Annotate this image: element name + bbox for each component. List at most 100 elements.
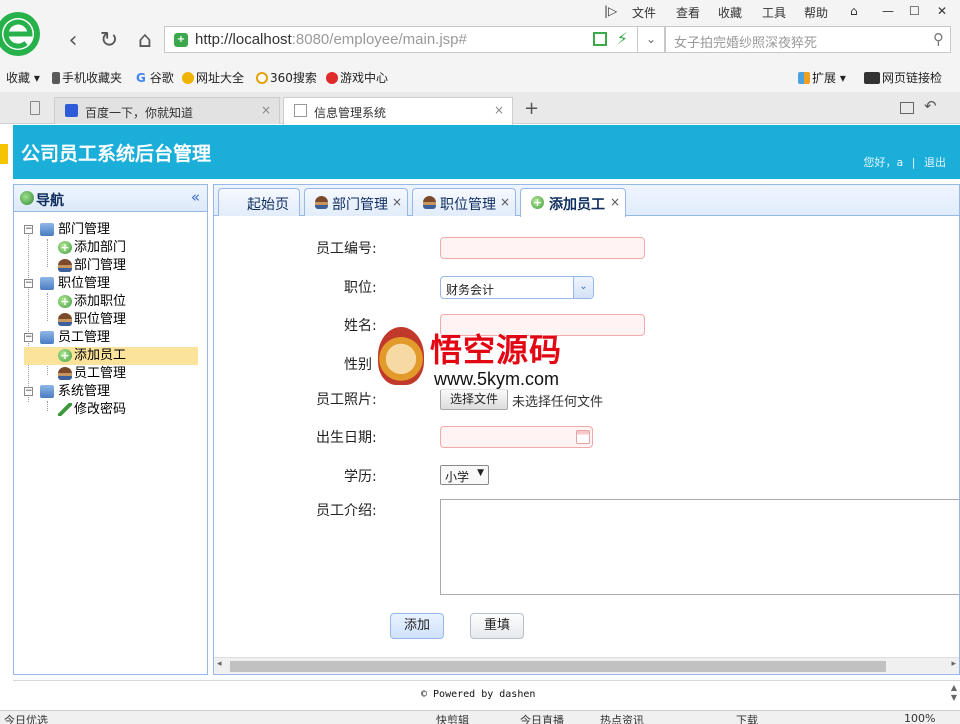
calendar-icon[interactable] xyxy=(576,430,590,444)
bookmark-hao[interactable]: 网址大全 xyxy=(182,69,244,86)
menu-help[interactable]: 帮助 xyxy=(804,4,828,21)
tree-item-add-dept[interactable]: + 添加部门 xyxy=(24,239,198,257)
extensions-menu[interactable]: 扩展 ▾ xyxy=(798,69,846,86)
menu-tools[interactable]: 工具 xyxy=(762,4,786,21)
tab-close-icon[interactable]: × xyxy=(392,195,402,209)
home-button[interactable]: ⌂ xyxy=(130,26,160,56)
education-select[interactable]: 小学 ▼ xyxy=(440,465,489,485)
reset-button[interactable]: 重填 xyxy=(470,613,524,639)
bookmark-google[interactable]: G 谷歌 xyxy=(136,69,174,86)
status-item-news[interactable]: 热点资讯 xyxy=(600,712,644,724)
tab-baidu[interactable]: 百度一下，你就知道 × xyxy=(54,97,280,124)
add-icon: + xyxy=(58,241,72,254)
qr-code-icon[interactable] xyxy=(593,32,607,46)
bookmark-mobile[interactable]: 手机收藏夹 xyxy=(52,69,122,86)
birth-date-input[interactable] xyxy=(440,426,593,448)
footer-text: © Powered by dashen xyxy=(421,689,536,700)
link-checker[interactable]: 网页链接检 xyxy=(864,69,942,86)
user-icon xyxy=(315,196,328,209)
maximize-button[interactable]: ☐ xyxy=(909,4,920,18)
scroll-thumb[interactable] xyxy=(230,661,886,672)
menu-file[interactable]: 文件 xyxy=(632,4,656,21)
tree-item-change-password[interactable]: 修改密码 xyxy=(24,401,198,419)
minimize-button[interactable]: — xyxy=(882,4,894,18)
address-url[interactable]: http://localhost:8080/employee/main.jsp# xyxy=(195,31,467,48)
refresh-button[interactable]: ↻ xyxy=(94,26,124,56)
tab-close-icon[interactable]: × xyxy=(500,195,510,209)
emp-no-input[interactable] xyxy=(440,237,645,259)
speed-mode-icon[interactable]: ⚡ xyxy=(617,29,628,48)
user-icon xyxy=(58,313,72,326)
watermark-title: 悟空源码 xyxy=(430,331,563,369)
status-left[interactable]: 今日优选 xyxy=(4,712,48,724)
tab-dept-manage[interactable]: 部门管理 × xyxy=(304,188,408,216)
intro-textarea[interactable] xyxy=(440,499,959,595)
collapse-toggle-icon[interactable]: − xyxy=(24,387,33,396)
separator: | xyxy=(911,156,916,169)
skin-icon[interactable]: ⌂ xyxy=(850,4,858,18)
position-select[interactable]: 财务会计 ⌄ xyxy=(440,276,594,299)
game-icon xyxy=(326,72,338,84)
submit-button[interactable]: 添加 xyxy=(390,613,444,639)
tree-item-employee-manage[interactable]: 员工管理 xyxy=(24,365,198,383)
collapse-toggle-icon[interactable]: − xyxy=(24,333,33,342)
tab-close-icon[interactable]: × xyxy=(494,103,504,117)
tree-group-dept[interactable]: − 部门管理 xyxy=(24,221,198,239)
app-header: 公司员工系统后台管理 您好，a | 退出 xyxy=(13,125,960,179)
education-label: 学历: xyxy=(344,469,377,485)
tree-item-add-position[interactable]: + 添加职位 xyxy=(24,293,198,311)
new-tab-button[interactable]: + xyxy=(524,98,539,119)
close-window-button[interactable]: ✕ xyxy=(937,4,947,18)
watermark-url: www.5kym.com xyxy=(434,369,560,390)
content-panel: 起始页 部门管理 × 职位管理 × + 添加员工 × 员工编号: 职位: 财务会… xyxy=(213,184,960,675)
pencil-icon xyxy=(58,403,72,416)
footer-scroll-icon[interactable]: ▲ ▼ xyxy=(951,683,957,703)
scroll-right-icon[interactable]: ▸ xyxy=(951,659,956,669)
tree-item-position-manage[interactable]: 职位管理 xyxy=(24,311,198,329)
status-item-download[interactable]: 下载 xyxy=(736,712,758,724)
horizontal-scrollbar[interactable]: ◂ ▸ xyxy=(214,657,959,674)
status-item-clip[interactable]: 快剪辑 xyxy=(436,712,469,724)
sidebar-toggle-icon[interactable]: |▷ xyxy=(604,4,617,18)
search-box[interactable]: 女子拍完婚纱照深夜猝死 ⚲ xyxy=(665,26,951,53)
tree-group-system[interactable]: − 系统管理 xyxy=(24,383,198,401)
app-footer: © Powered by dashen ▲ ▼ xyxy=(13,680,960,708)
photo-label: 员工照片: xyxy=(316,392,377,408)
bookmark-games[interactable]: 游戏中心 xyxy=(326,69,388,86)
tree-item-dept-manage[interactable]: 部门管理 xyxy=(24,257,198,275)
greeting: 您好，a xyxy=(863,156,904,169)
menu-view[interactable]: 查看 xyxy=(676,4,700,21)
address-bar[interactable]: + http://localhost:8080/employee/main.js… xyxy=(164,26,638,53)
menu-favorites[interactable]: 收藏 xyxy=(718,4,742,21)
tree-group-employee[interactable]: − 员工管理 xyxy=(24,329,198,347)
tab-add-employee[interactable]: + 添加员工 × xyxy=(520,188,626,217)
status-zoom[interactable]: 100% xyxy=(904,712,935,724)
address-dropdown-icon[interactable]: ⌄ xyxy=(638,26,665,53)
tab-list-icon[interactable] xyxy=(900,102,914,114)
search-icon[interactable]: ⚲ xyxy=(933,30,944,48)
collapse-icon[interactable]: « xyxy=(191,188,200,206)
tab-position-manage[interactable]: 职位管理 × xyxy=(412,188,516,216)
page-icon xyxy=(294,104,307,117)
browser-statusbar: 今日优选 快剪辑 今日直播 热点资讯 下载 100% xyxy=(0,710,960,724)
tab-home[interactable]: 起始页 xyxy=(218,188,300,216)
tab-sidebar-icon[interactable] xyxy=(30,101,40,115)
status-item-live[interactable]: 今日直播 xyxy=(520,712,564,724)
baidu-paw-icon xyxy=(65,104,78,117)
back-button[interactable]: ‹ xyxy=(58,26,88,56)
collapse-toggle-icon[interactable]: − xyxy=(24,279,33,288)
tab-close-icon[interactable]: × xyxy=(261,103,271,117)
tree-item-add-employee[interactable]: + 添加员工 xyxy=(24,347,198,365)
user-icon xyxy=(58,367,72,380)
tab-info-system[interactable]: 信息管理系统 × xyxy=(283,97,513,125)
undo-close-icon[interactable]: ↶ xyxy=(924,97,937,115)
collapse-toggle-icon[interactable]: − xyxy=(24,225,33,234)
logout-link[interactable]: 退出 xyxy=(924,156,946,169)
nav-panel: 导航 « − 部门管理 + 添加部门 部门管理 − 职位管理 + 添加职位 职位… xyxy=(13,184,208,675)
bookmark-360search[interactable]: 360搜索 xyxy=(256,69,317,86)
tree-group-position[interactable]: − 职位管理 xyxy=(24,275,198,293)
gender-label: 性别 xyxy=(344,357,372,373)
bookmark-favorites[interactable]: 收藏 ▾ xyxy=(6,69,40,86)
scroll-left-icon[interactable]: ◂ xyxy=(217,659,222,669)
tab-close-icon[interactable]: × xyxy=(610,195,620,209)
